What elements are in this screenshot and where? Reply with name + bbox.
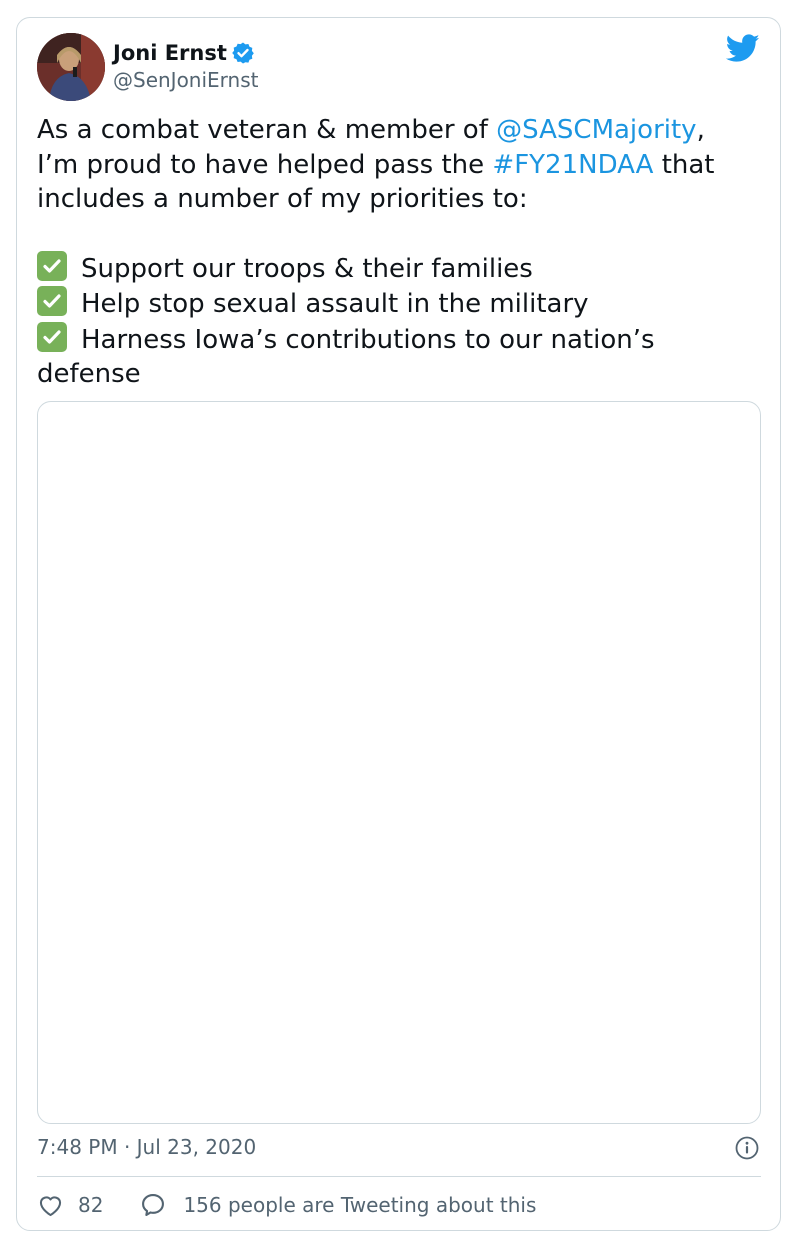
author-avatar[interactable] — [37, 33, 105, 101]
likes-count[interactable]: 82 — [78, 1193, 103, 1217]
bullet-text: Help stop sexual assault in the military — [81, 289, 589, 319]
check-mark-button-icon — [37, 321, 67, 352]
tweet-text-segment: As a combat veteran & member of — [37, 115, 497, 145]
author-handle[interactable]: @SenJoniErnst — [113, 66, 259, 94]
tweet-text: As a combat veteran & member of @SASCMaj… — [37, 113, 762, 392]
info-icon[interactable] — [735, 1136, 759, 1160]
tweet-footer: 82 156 people are Tweeting about this — [37, 1190, 536, 1220]
check-mark-button-icon — [37, 250, 67, 281]
bullet-item: Support our troops & their families — [37, 250, 762, 287]
tweet-text-segment: that — [653, 149, 715, 180]
tweet-timestamp[interactable]: 7:48 PM · Jul 23, 2020 — [37, 1133, 256, 1161]
heart-icon[interactable] — [37, 1192, 64, 1219]
bullet-text: Support our troops & their families — [81, 253, 533, 284]
tweet-text-segment: , — [696, 115, 705, 145]
bullet-item: Help stop sexual assault in the military — [37, 286, 762, 322]
mention-link[interactable]: @SASCMajority — [496, 115, 696, 145]
tweet-line-1: As a combat veteran & member of @SASCMaj… — [37, 113, 762, 148]
bullet-item: Harness Iowa’s contributions to our nati… — [37, 321, 762, 358]
twitter-bird-icon[interactable] — [725, 34, 760, 64]
footer-divider — [37, 1176, 761, 1177]
check-mark-button-icon — [37, 286, 67, 316]
speech-bubble-icon[interactable] — [139, 1191, 167, 1219]
tweet-text-segment: I’m proud to have helped pass the — [37, 149, 493, 180]
bullet-overflow-text: defense — [37, 359, 141, 389]
tweet-line-2: I’m proud to have helped pass the #FY21N… — [37, 148, 762, 183]
bullet-text: Harness Iowa’s contributions to our nati… — [81, 324, 655, 355]
tweeting-about-link[interactable]: 156 people are Tweeting about this — [183, 1193, 536, 1217]
verified-badge-icon — [231, 41, 255, 65]
media-frame[interactable] — [37, 401, 761, 1124]
hashtag-link[interactable]: #FY21NDAA — [492, 150, 653, 180]
author-name[interactable]: Joni Ernst — [113, 38, 227, 68]
author-name-row[interactable]: Joni Ernst — [113, 38, 255, 68]
tweet-line-3: includes a number of my priorities to: — [37, 184, 528, 214]
